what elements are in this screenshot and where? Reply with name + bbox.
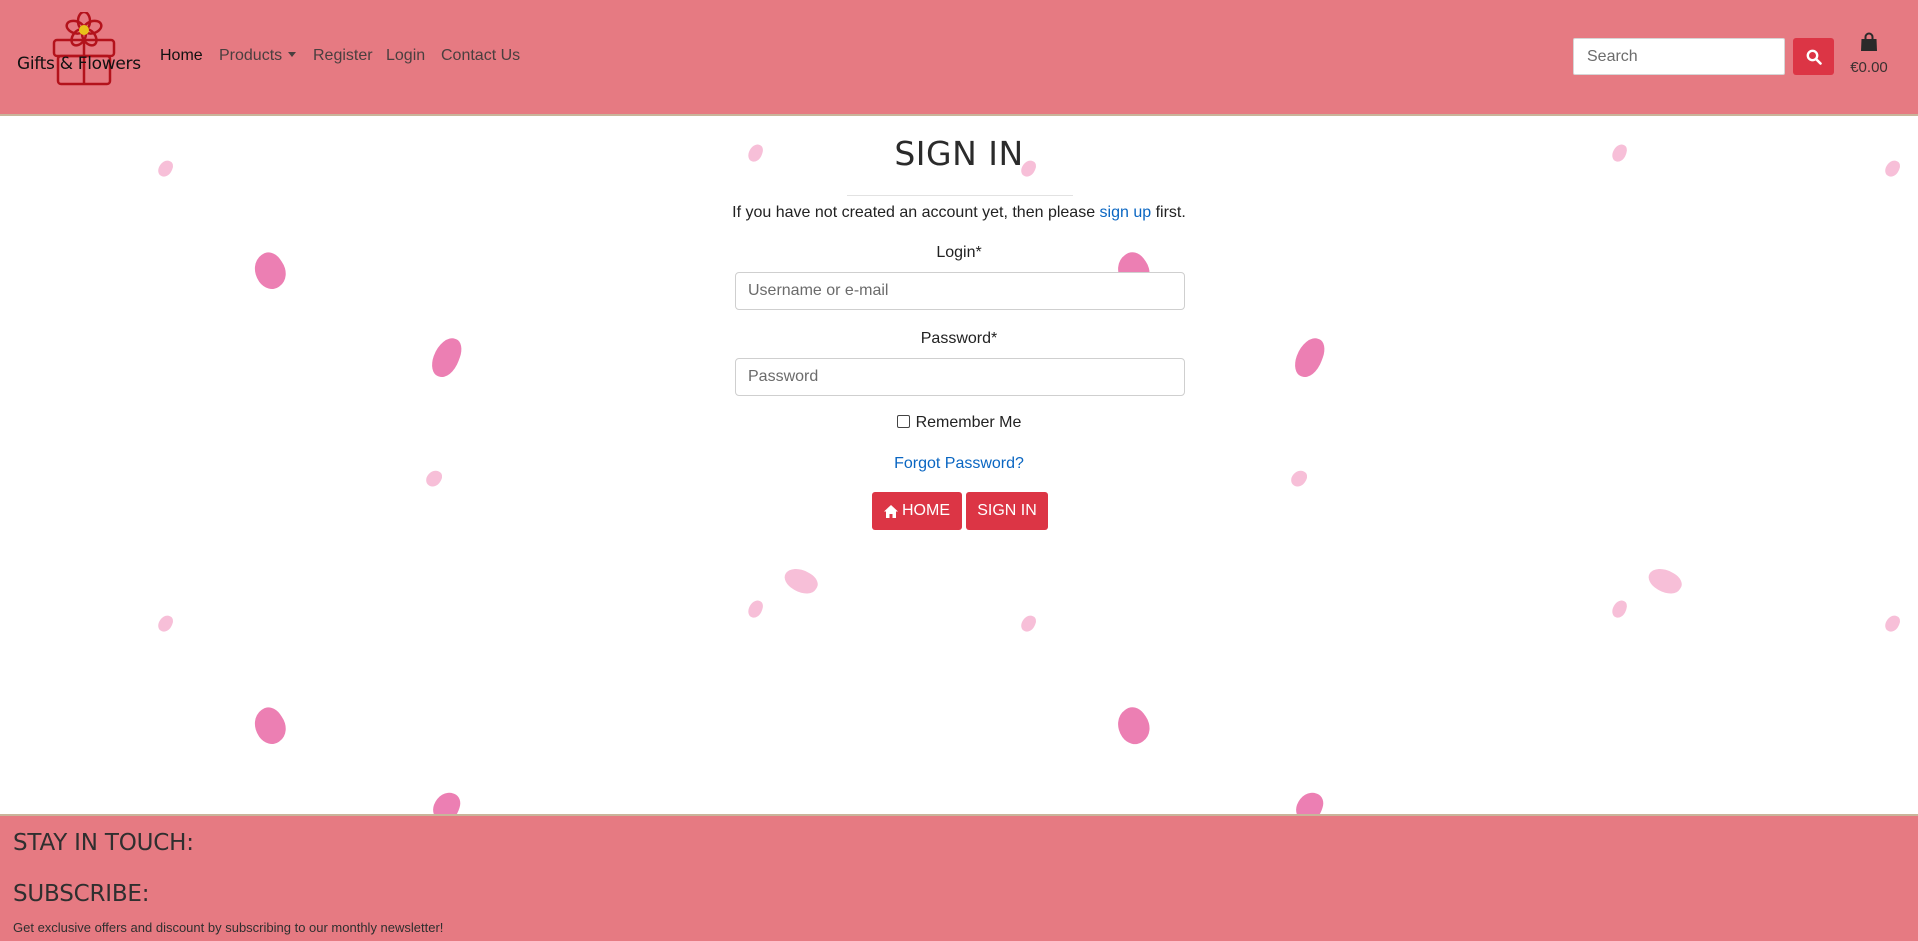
petal-decoration xyxy=(1019,613,1038,634)
nav-home[interactable]: Home xyxy=(160,47,203,65)
search-icon xyxy=(1806,49,1822,65)
remember-me-label: Remember Me xyxy=(915,414,1022,431)
petal-decoration xyxy=(1883,613,1902,634)
footer: STAY IN TOUCH: SUBSCRIBE: Get exclusive … xyxy=(0,814,1918,941)
signin-button[interactable]: SIGN IN xyxy=(966,492,1048,530)
brand-name: Gifts & Flowers xyxy=(17,54,141,74)
chevron-down-icon xyxy=(288,52,297,57)
signup-link[interactable]: sign up xyxy=(1100,204,1152,221)
remember-me: Remember Me xyxy=(0,414,1918,432)
petal-decoration xyxy=(1110,702,1157,750)
shopping-bag-icon xyxy=(1861,32,1877,51)
petal-decoration xyxy=(1644,562,1686,600)
brand-logo[interactable]: Gifts & Flowers xyxy=(14,12,141,88)
petal-decoration xyxy=(156,613,175,634)
forgot-password-link[interactable]: Forgot Password? xyxy=(894,455,1024,472)
subscribe-text: Get exclusive offers and discount by sub… xyxy=(13,920,444,935)
search-button[interactable] xyxy=(1793,38,1834,75)
home-button[interactable]: HOME xyxy=(872,492,962,530)
nav-register[interactable]: Register xyxy=(313,47,373,65)
password-label: Password* xyxy=(920,330,998,347)
shopping-bag[interactable]: €0.00 xyxy=(1848,32,1890,76)
signup-note-prefix: If you have not created an account yet, … xyxy=(732,204,1096,221)
petal-decoration xyxy=(1610,598,1629,620)
home-button-label: HOME xyxy=(902,502,950,519)
petal-decoration xyxy=(780,562,822,600)
page-title: SIGN IN xyxy=(894,134,1024,173)
forgot-password-row: Forgot Password? xyxy=(0,455,1918,473)
nav-products-label: Products xyxy=(219,47,283,64)
signup-note: If you have not created an account yet, … xyxy=(0,204,1918,222)
nav-contact-us[interactable]: Contact Us xyxy=(441,47,520,65)
petal-decoration xyxy=(746,598,765,620)
stay-in-touch-heading: STAY IN TOUCH: xyxy=(13,830,194,856)
petal-decoration xyxy=(247,702,293,750)
gift-flower-icon xyxy=(52,12,116,86)
signup-note-suffix: first. xyxy=(1155,204,1186,221)
search-input[interactable] xyxy=(1573,38,1785,75)
nav-login[interactable]: Login xyxy=(386,47,425,65)
password-field[interactable] xyxy=(735,358,1185,396)
remember-me-checkbox[interactable] xyxy=(896,415,910,428)
subscribe-heading: SUBSCRIBE: xyxy=(13,881,150,907)
top-navbar: Gifts & Flowers Home Products Register L… xyxy=(0,0,1918,116)
nav-products[interactable]: Products xyxy=(219,47,297,65)
home-icon xyxy=(884,504,898,518)
title-divider xyxy=(847,195,1073,196)
signin-button-label: SIGN IN xyxy=(977,502,1037,519)
bag-total: €0.00 xyxy=(1850,59,1888,76)
login-label: Login* xyxy=(936,244,982,261)
login-field[interactable] xyxy=(735,272,1185,310)
